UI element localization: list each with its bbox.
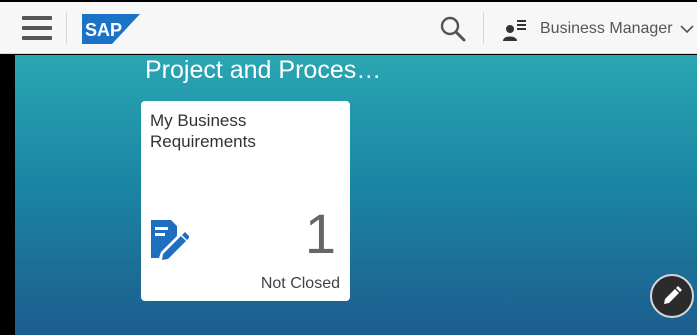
hamburger-menu-icon (22, 16, 52, 20)
menu-button[interactable] (22, 16, 52, 40)
launchpad-canvas (15, 55, 697, 335)
header-divider (483, 12, 484, 44)
my-business-requirements-tile[interactable]: My Business Requirements 1 Not Closed (141, 101, 350, 301)
tile-footer: Not Closed (260, 275, 340, 292)
pencil-icon (664, 286, 682, 304)
edit-home-page-button[interactable] (650, 274, 694, 318)
svg-text:SAP: SAP (85, 20, 122, 40)
user-name: Business Manager (540, 20, 673, 37)
user-icon (503, 20, 526, 41)
tile-kpi-number: 1 (304, 202, 336, 265)
document-edit-icon (151, 220, 189, 260)
shell-header: SAP Business Manager (0, 2, 697, 54)
tile-title: My Business Requirements (150, 111, 256, 151)
search-icon[interactable] (438, 14, 468, 44)
launchpad-window: SAP Business Manager Project and Proces…… (0, 0, 697, 335)
group-title: Project and Proces… (145, 56, 382, 84)
user-menu-button[interactable]: Business Manager (502, 14, 697, 44)
header-divider (66, 12, 67, 44)
sap-logo[interactable]: SAP (82, 14, 140, 44)
chevron-down-icon (679, 25, 694, 34)
